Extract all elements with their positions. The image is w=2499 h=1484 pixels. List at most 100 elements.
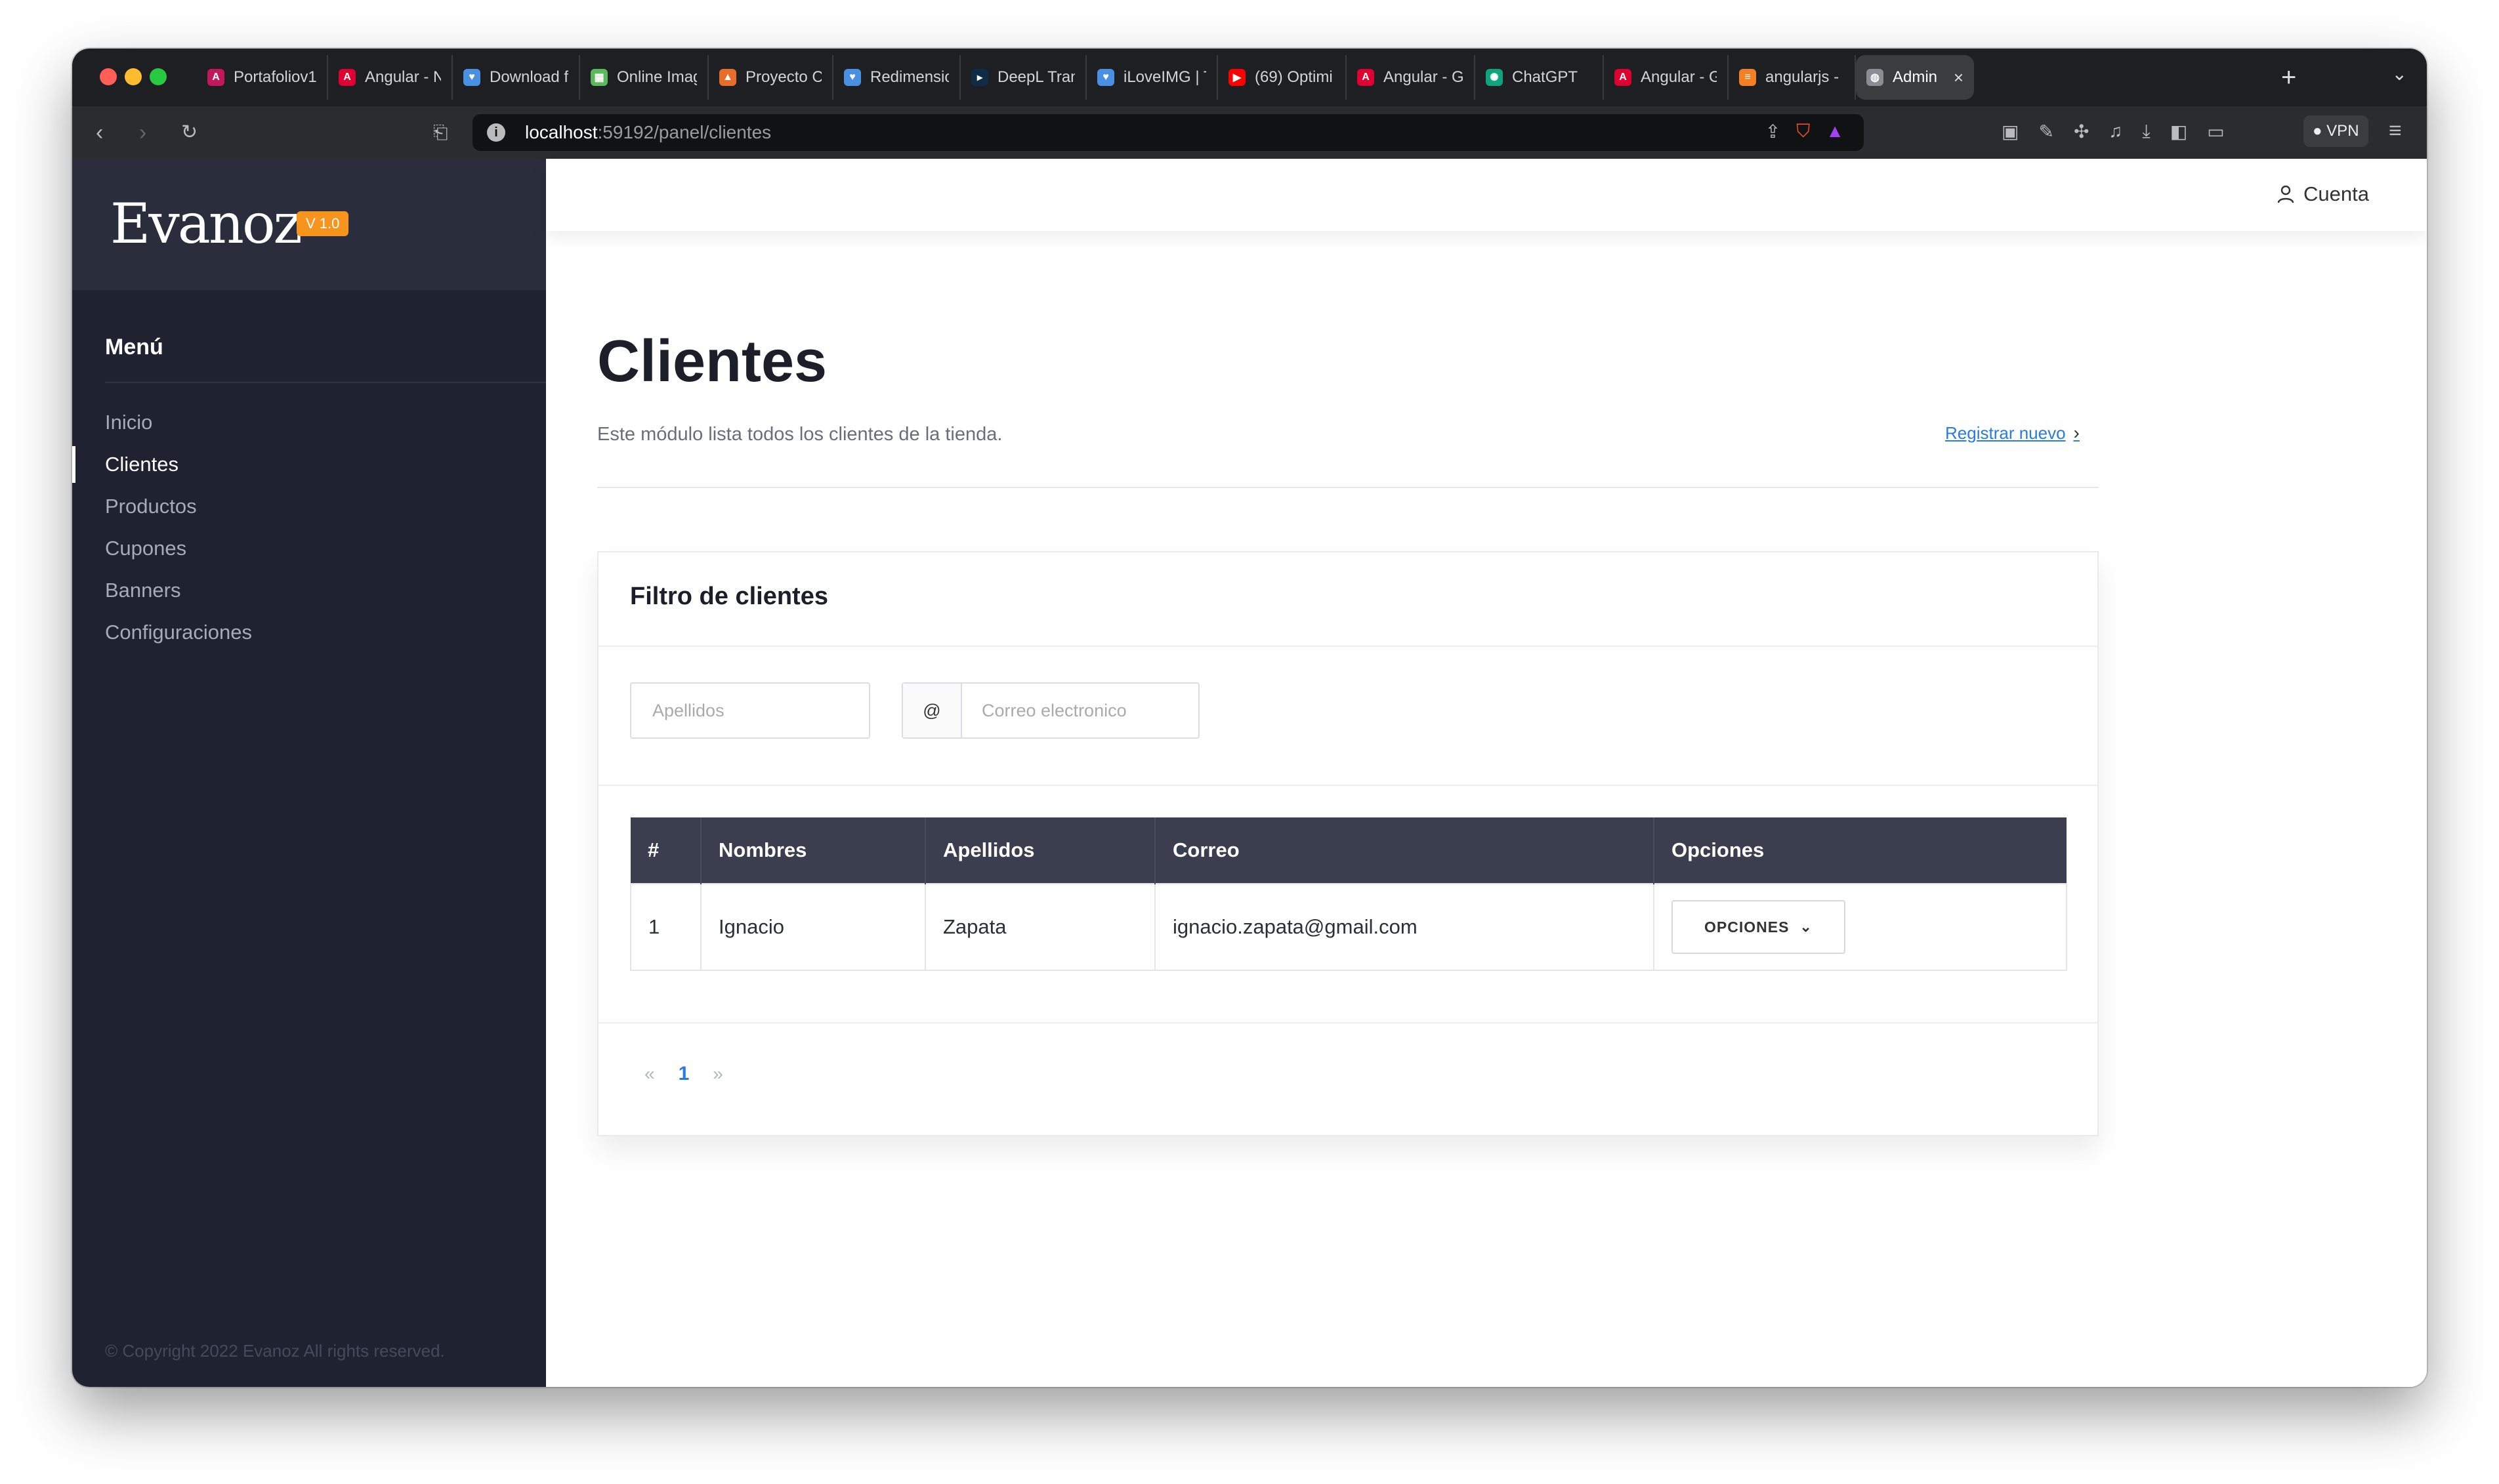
screenshot-icon[interactable]: ▣	[2002, 121, 2019, 142]
cell-correo: ignacio.zapata@gmail.com	[1154, 883, 1654, 971]
browser-window: A Portafoliov1 A Angular - N ♥ Download fi ▦ On…	[72, 49, 2427, 1387]
download-icon[interactable]: ⤓	[2142, 121, 2150, 142]
angular-icon: A	[1357, 69, 1374, 86]
browser-tab[interactable]: A Angular - G	[1347, 55, 1475, 100]
tab-title: Angular - N	[365, 68, 441, 86]
tab-title: Portafoliov1	[234, 68, 316, 86]
account-menu[interactable]: Cuenta	[2277, 182, 2369, 206]
tab-title: iLoveIMG | T	[1124, 68, 1206, 86]
close-tab-icon[interactable]: ×	[1938, 68, 1964, 88]
browser-tab[interactable]: ◍ Admin ×	[1856, 55, 1974, 100]
tab-title: Angular - G	[1383, 68, 1463, 86]
pagination-prev[interactable]: «	[644, 1063, 655, 1084]
minimize-window-button[interactable]	[125, 68, 142, 85]
cell-opciones: OPCIONES ⌄	[1653, 883, 2067, 971]
navigation-bar: ‹ › ↻ ⎗ i localhost:59192/panel/clientes…	[72, 106, 2427, 160]
eyedropper-icon[interactable]: ✎	[2038, 121, 2053, 142]
filter-title: Filtro de clientes	[630, 583, 828, 610]
close-window-button[interactable]	[100, 68, 117, 85]
new-tab-button[interactable]: +	[2281, 58, 2296, 97]
table-row: 1 Ignacio Zapata ignacio.zapata@gmail.co…	[630, 883, 2067, 971]
browser-tab[interactable]: ▲ Proyecto Ca	[709, 55, 833, 100]
reload-button[interactable]: ↻	[181, 118, 198, 147]
tab-title: ChatGPT	[1512, 68, 1578, 86]
bookmark-icon[interactable]: ⎗	[433, 118, 448, 147]
extensions-icon[interactable]: ✣	[2074, 121, 2089, 142]
back-button[interactable]: ‹	[96, 118, 103, 147]
clients-table: # Nombres Apellidos Correo Opciones 1 Ig…	[630, 817, 2067, 971]
brave-shield-icon[interactable]: ⛉	[1796, 121, 1810, 142]
tab-title: Online Imag	[617, 68, 697, 86]
sidebar-menu: Inicio Clientes Productos Cupones Banner…	[72, 402, 546, 653]
music-icon[interactable]: ♫	[2109, 121, 2122, 142]
chevron-down-icon: ⌄	[1799, 918, 1813, 935]
sidebar-item-inicio[interactable]: Inicio	[72, 402, 546, 443]
tab-title: Download fi	[490, 68, 568, 86]
browser-tab[interactable]: ♥ Redimensio	[833, 55, 961, 100]
grid-icon: ▦	[591, 69, 608, 86]
browser-tab[interactable]: A Angular - N	[328, 55, 453, 100]
menu-icon[interactable]: ≡	[2389, 118, 2402, 144]
page-subtitle: Este módulo lista todos los clientes de …	[597, 424, 1003, 445]
toolbar-icons: ▣ ✎ ✣ ♫ ⤓ ◧ ▭	[2002, 121, 2225, 142]
sidebar-item-productos[interactable]: Productos	[72, 485, 546, 527]
site-info-icon[interactable]: i	[487, 123, 505, 142]
share-icon[interactable]: ⇪	[1765, 121, 1780, 142]
table-header-row: # Nombres Apellidos Correo Opciones	[631, 817, 2067, 884]
browser-tab[interactable]: ♥ iLoveIMG | T	[1087, 55, 1218, 100]
options-label: OPCIONES	[1704, 918, 1790, 936]
browser-tab[interactable]: ▦ Online Imag	[580, 55, 709, 100]
browser-tab[interactable]: ✺ ChatGPT	[1475, 55, 1604, 100]
sidebar-item-cupones[interactable]: Cupones	[72, 527, 546, 569]
sidebar-item-configuraciones[interactable]: Configuraciones	[72, 611, 546, 653]
url-host: localhost	[525, 122, 598, 142]
sidebar-toggle-icon[interactable]: ◧	[2170, 121, 2187, 142]
tab-list-chevron-icon[interactable]: ⌄	[2392, 63, 2407, 85]
browser-tab[interactable]: ▶ (69) Optimi	[1218, 55, 1347, 100]
wallet-icon[interactable]: ▭	[2207, 121, 2224, 142]
email-filter-group: @ Correo electronico	[902, 682, 1200, 739]
chatgpt-icon: ✺	[1486, 69, 1503, 86]
email-filter-input[interactable]: Correo electronico	[982, 684, 1127, 737]
at-sign-addon: @	[903, 684, 962, 737]
stackoverflow-icon: ≡	[1739, 69, 1756, 86]
column-header-apellidos: Apellidos	[925, 817, 1156, 884]
page-divider	[597, 487, 2099, 488]
vpn-icon: ●	[2313, 122, 2327, 140]
sidebar-item-banners[interactable]: Banners	[72, 569, 546, 611]
angular-icon: A	[207, 69, 224, 86]
pagination-page-1[interactable]: 1	[679, 1063, 690, 1085]
deepl-icon: ▸	[971, 69, 988, 86]
sidebar-item-clientes[interactable]: Clientes	[72, 443, 546, 485]
register-new-link[interactable]: Registrar nuevo ›	[1945, 423, 2080, 443]
globe-icon: ◍	[1866, 69, 1883, 86]
browser-tab[interactable]: A Portafoliov1	[197, 55, 328, 100]
logo[interactable]: Evanoz	[110, 192, 303, 256]
angular-icon: A	[339, 69, 356, 86]
browser-tab[interactable]: ♥ Download fi	[453, 55, 580, 100]
register-new-label: Registrar nuevo	[1945, 423, 2066, 443]
browser-tab[interactable]: ▸ DeepL Tran	[961, 55, 1087, 100]
pagination-next[interactable]: »	[713, 1063, 723, 1084]
address-bar[interactable]: i localhost:59192/panel/clientes ⇪ ⛉ ▲	[472, 114, 1864, 151]
sidebar: Evanoz V 1.0 Menú Inicio Clientes Produc…	[72, 159, 546, 1387]
account-label: Cuenta	[2303, 182, 2369, 205]
browser-tab[interactable]: A Angular - G	[1604, 55, 1729, 100]
brand-area: Evanoz V 1.0	[72, 159, 546, 290]
page-title: Clientes	[597, 329, 828, 394]
tab-title: Redimensio	[870, 68, 949, 86]
vpn-label: VPN	[2326, 122, 2359, 140]
menu-title: Menú	[105, 335, 163, 360]
forward-button[interactable]: ›	[139, 118, 146, 147]
url-text[interactable]: localhost:59192/panel/clientes	[525, 114, 771, 151]
browser-tab[interactable]: ≡ angularjs -	[1729, 55, 1856, 100]
tab-title: DeepL Tran	[998, 68, 1075, 86]
heart-icon: ♥	[1097, 69, 1114, 86]
vpn-button[interactable]: ● VPN	[2303, 115, 2368, 147]
brave-rewards-icon[interactable]: ▲	[1826, 121, 1844, 142]
apellidos-filter-input[interactable]: Apellidos	[630, 682, 870, 739]
maximize-window-button[interactable]	[150, 68, 167, 85]
tab-title: Admin	[1893, 68, 1938, 86]
options-dropdown-button[interactable]: OPCIONES ⌄	[1671, 900, 1845, 954]
tab-title: Proyecto Ca	[746, 68, 822, 86]
